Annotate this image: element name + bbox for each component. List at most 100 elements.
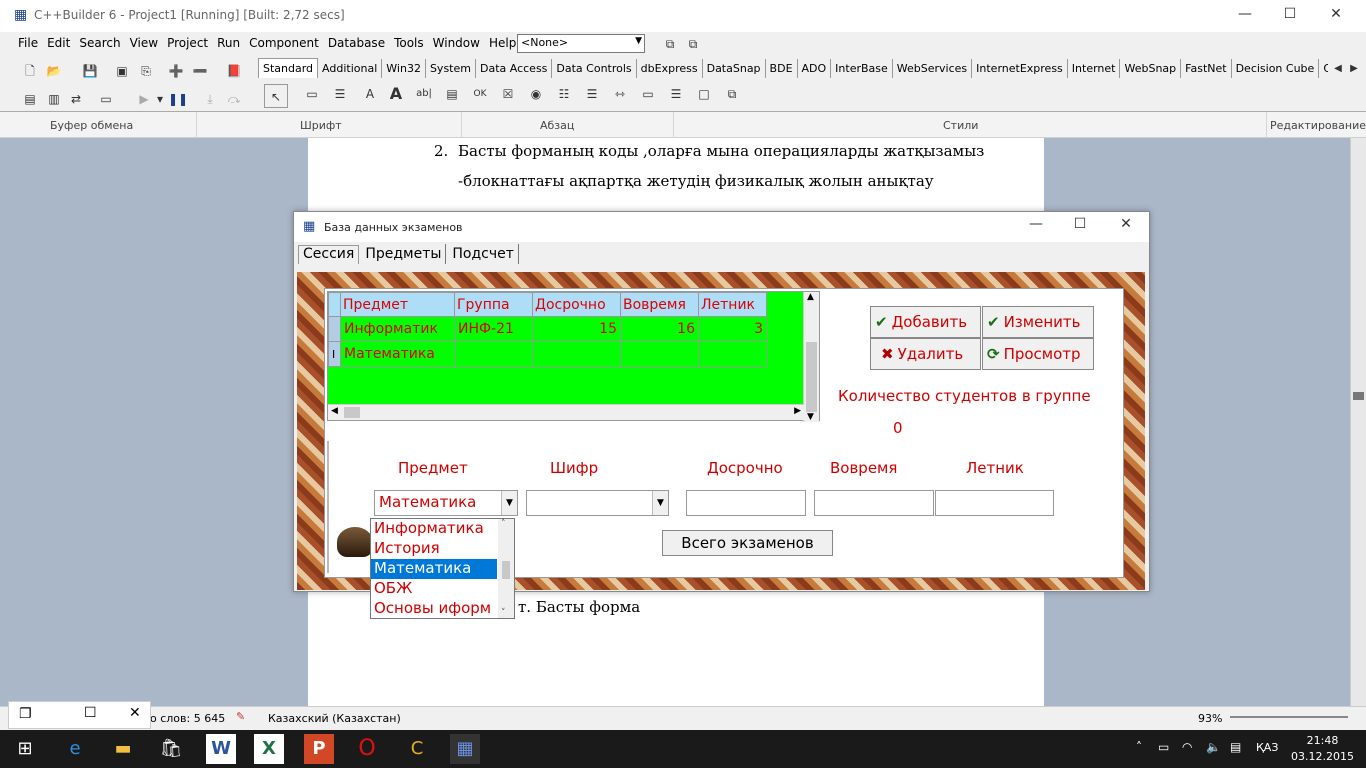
palette-tab-system[interactable]: System [426,59,476,78]
menu-tools[interactable]: Tools [394,36,424,50]
run-dropdown-icon[interactable]: ▾ [150,89,170,109]
view-form-icon[interactable]: ▥ [44,89,64,109]
grid-cell[interactable]: 16 [620,316,699,342]
opera-browser-icon[interactable]: O [352,734,382,764]
palette-tab-internet[interactable]: Internet [1068,59,1121,78]
desktop-config-combo[interactable]: <None> ▼ [517,34,645,53]
pause-icon[interactable]: ❚❚ [168,89,188,109]
scrollbar-thumb[interactable] [344,407,360,418]
palette-tab-bde[interactable]: BDE [766,59,798,78]
grid-cell[interactable] [698,341,767,367]
close-icon[interactable]: ✕ [1316,6,1356,22]
component-popupmenu-icon[interactable]: ☰ [330,84,350,104]
menu-database[interactable]: Database [328,36,385,50]
scroll-down-icon[interactable]: ˅ [501,608,506,618]
exam-window-title-bar[interactable]: ▦ База данных экзаменов — ☐ ✕ [294,212,1149,242]
menu-search[interactable]: Search [79,36,120,50]
palette-scroll-right-icon[interactable]: ▶ [1344,59,1364,79]
language-indicator[interactable]: Казахский (Казахстан) [268,712,401,725]
list-item-selected[interactable]: Математика [371,558,498,580]
table-row[interactable]: Информатик ИНФ-21 15 16 3 [328,316,767,342]
ribbon-group-font[interactable]: Шрифт [300,119,342,132]
component-mainmenu-icon[interactable]: ▭ [302,84,322,104]
menu-view[interactable]: View [130,36,158,50]
maximize-icon[interactable]: ☐ [84,705,97,721]
chevron-up-icon[interactable]: ˄ [1136,740,1142,754]
minimize-icon[interactable]: — [1016,216,1056,232]
list-item[interactable]: История [371,539,514,559]
scrollbar-thumb[interactable] [806,342,817,412]
word-count[interactable]: о слов: 5 645 [150,712,225,725]
save-icon[interactable]: 💾 [80,61,100,81]
menu-project[interactable]: Project [167,36,208,50]
notifications-icon[interactable]: ▤ [1230,740,1241,754]
palette-tab-additional[interactable]: Additional [318,59,383,78]
scrollbar-thumb[interactable] [502,561,510,579]
component-edit-icon[interactable]: ab| [414,84,434,104]
component-checkbox-icon[interactable]: ☒ [498,84,518,104]
tab-count[interactable]: Подсчет [448,244,519,264]
component-radiobutton-icon[interactable]: ◉ [526,84,546,104]
component-scrollbar-icon[interactable]: ⇿ [610,84,630,104]
close-icon[interactable]: ✕ [129,705,141,721]
restore-icon[interactable]: ❐ [19,706,32,722]
scroll-up-icon[interactable]: ˄ [501,519,506,529]
menu-help[interactable]: Help [489,36,516,50]
help-book-icon[interactable]: 📕 [224,61,244,81]
code-combo[interactable]: ▼ [526,490,669,516]
scroll-right-icon[interactable]: ▶ [794,406,801,416]
component-panel-icon[interactable]: □ [694,84,714,104]
trace-into-icon[interactable]: ⤓ [200,89,220,109]
pointer-tool-icon[interactable]: ↖ [264,84,288,108]
menu-edit[interactable]: Edit [47,36,70,50]
scroll-left-icon[interactable]: ◀ [331,406,338,416]
palette-tab-data-access[interactable]: Data Access [476,59,553,78]
wifi-icon[interactable]: ◠ [1182,740,1192,754]
column-header-summer[interactable]: Летник [698,292,767,317]
grid-cell[interactable] [620,341,699,367]
list-item[interactable]: Информатика [371,519,514,539]
subject-dropdown-list[interactable]: Информатика История Математика ОБЖ Основ… [370,518,515,619]
edit-button[interactable]: ✔ Изменить [982,306,1094,338]
menu-run[interactable]: Run [217,36,240,50]
palette-tab-win32[interactable]: Win32 [382,59,426,78]
chevron-down-icon[interactable]: ▼ [501,491,517,515]
keyboard-language[interactable]: ҚАЗ [1256,741,1278,754]
tab-subjects[interactable]: Предметы [361,244,447,264]
ribbon-group-clipboard[interactable]: Буфер обмена [50,119,133,132]
start-windows-icon[interactable]: ⊞ [10,734,40,764]
save-all-icon[interactable]: ▣ [112,61,132,81]
column-header-subject[interactable]: Предмет [340,292,455,317]
palette-tab-websnap[interactable]: WebSnap [1120,59,1182,78]
ribbon-group-paragraph[interactable]: Абзац [540,119,574,132]
scroll-up-icon[interactable]: ▲ [807,292,814,302]
step-over-icon[interactable]: ⤼ [224,89,244,109]
component-button-icon[interactable]: OK [470,84,490,104]
minimized-window-stub[interactable]: ❐ ☐ ✕ [8,701,151,729]
delete-button[interactable]: ✖ Удалить [870,338,981,370]
system-clock[interactable]: 21:48 03.12.2015 [1291,733,1354,765]
open-file-icon[interactable]: 📂 [44,61,64,81]
early-input[interactable] [686,490,806,516]
component-label-icon[interactable]: A [360,84,380,104]
column-header-group[interactable]: Группа [454,292,533,317]
new-form-icon[interactable]: ▭ [96,89,116,109]
menu-component[interactable]: Component [249,36,319,50]
column-header-early[interactable]: Досрочно [532,292,621,317]
add-to-project-icon[interactable]: ➕ [166,61,186,81]
summer-input[interactable] [935,490,1054,516]
grid-cell[interactable]: Математика [340,341,455,367]
grid-cell[interactable]: Информатик [340,316,455,342]
menu-window[interactable]: Window [433,36,480,50]
total-exams-button[interactable]: Всего экзаменов [662,530,833,556]
chevron-down-icon[interactable]: ▼ [652,491,668,515]
store-icon[interactable]: 🛍 [156,734,186,764]
minimize-icon[interactable]: — [1225,6,1265,22]
component-groupbox-icon[interactable]: ▭ [638,84,658,104]
view-unit-icon[interactable]: ▤ [20,89,40,109]
ribbon-group-editing[interactable]: Редактирование [1270,119,1366,132]
grid-cell[interactable]: 15 [532,316,621,342]
palette-tab-data-controls[interactable]: Data Controls [552,59,637,78]
component-actionlist-icon[interactable]: ⧉ [722,84,742,104]
exam-data-grid[interactable]: Предмет Группа Досрочно Вовремя Летник И… [327,291,820,422]
